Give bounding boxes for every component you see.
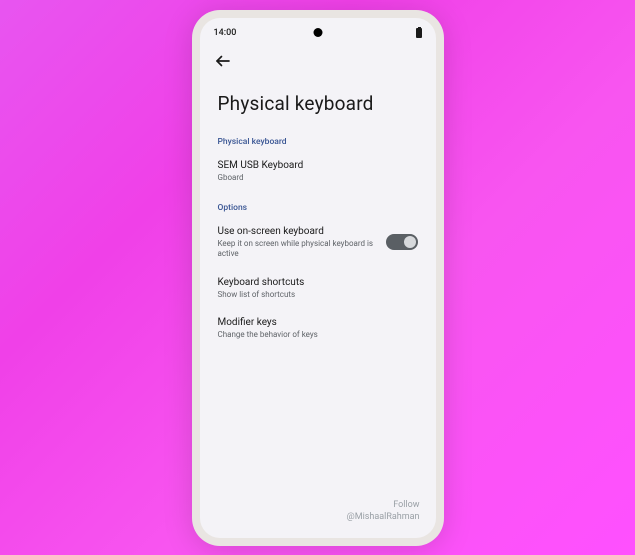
screen: 14:00 Physical keyboard Physical keyboar… (200, 18, 436, 538)
page-title: Physical keyboard (200, 78, 436, 131)
keyboard-device-item[interactable]: SEM USB Keyboard Gboard (200, 151, 436, 191)
section-header-keyboard: Physical keyboard (200, 131, 436, 151)
modifier-keys-item[interactable]: Modifier keys Change the behavior of key… (200, 308, 436, 348)
keyboard-device-subtitle: Gboard (218, 173, 418, 183)
modifier-keys-subtitle: Change the behavior of keys (218, 330, 418, 340)
watermark-line1: Follow (347, 500, 420, 512)
onscreen-keyboard-title: Use on-screen keyboard (218, 225, 376, 238)
keyboard-shortcuts-subtitle: Show list of shortcuts (218, 290, 418, 300)
onscreen-keyboard-item[interactable]: Use on-screen keyboard Keep it on screen… (200, 217, 436, 268)
onscreen-keyboard-toggle[interactable] (386, 234, 418, 250)
keyboard-device-title: SEM USB Keyboard (218, 159, 418, 172)
keyboard-shortcuts-item[interactable]: Keyboard shortcuts Show list of shortcut… (200, 268, 436, 308)
onscreen-keyboard-subtitle: Keep it on screen while physical keyboar… (218, 239, 376, 260)
battery-icon (416, 28, 422, 38)
phone-frame: 14:00 Physical keyboard Physical keyboar… (192, 10, 444, 546)
nav-bar (200, 42, 436, 78)
status-time: 14:00 (214, 28, 237, 38)
camera-hole (313, 28, 322, 37)
modifier-keys-title: Modifier keys (218, 316, 418, 329)
status-icons (416, 28, 422, 38)
back-icon[interactable] (214, 52, 232, 70)
watermark-line2: @MishaalRahman (347, 512, 420, 524)
section-header-options: Options (200, 197, 436, 217)
watermark: Follow @MishaalRahman (347, 500, 420, 523)
keyboard-shortcuts-title: Keyboard shortcuts (218, 276, 418, 289)
